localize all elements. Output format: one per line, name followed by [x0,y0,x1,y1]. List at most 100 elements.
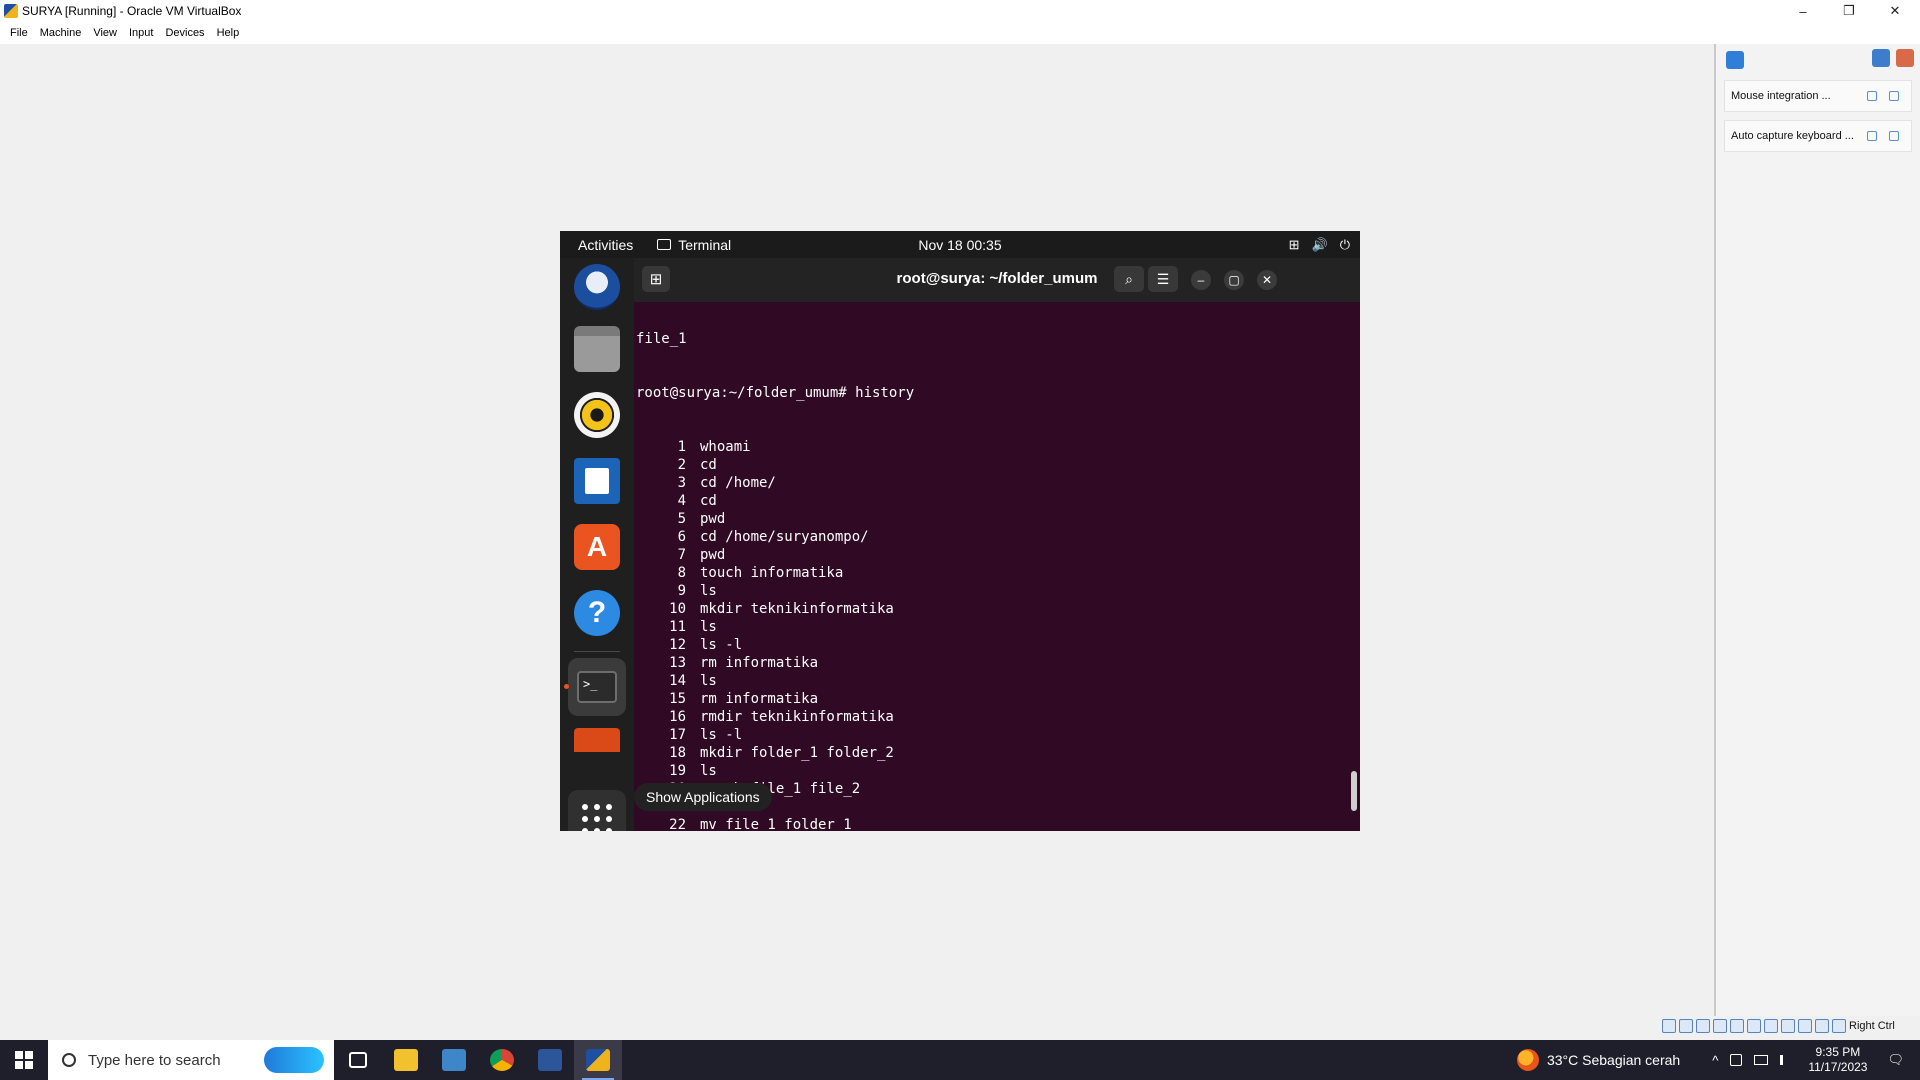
toggle-icon[interactable] [1867,131,1877,141]
menu-view[interactable]: View [87,27,123,39]
history-line: 9 ls [636,582,919,600]
history-line: 14 ls [636,672,919,690]
help-icon[interactable]: ? [574,590,620,636]
menu-devices[interactable]: Devices [159,27,210,39]
menu-input[interactable]: Input [123,27,159,39]
close-notification-icon[interactable] [1889,91,1899,101]
history-line: 17 ls -l [636,726,919,744]
taskbar-virtualbox[interactable] [430,1040,478,1080]
word-icon [538,1049,562,1071]
usb-icon[interactable] [1730,1019,1744,1033]
history-line: 13 rm informatika [636,654,919,672]
hard-disk-icon[interactable] [1662,1019,1676,1033]
search-button[interactable]: ⌕ [1114,266,1144,292]
pin-icon[interactable] [1872,48,1890,67]
keyboard-capture-icon[interactable] [1832,1019,1846,1033]
history-number: 17 [669,727,686,743]
network-adapter-icon[interactable] [1713,1019,1727,1033]
history-line: 12 ls -l [636,636,919,654]
history-line: 18 mkdir folder_1 folder_2 [636,744,919,762]
window-title: SURYA [Running] - Oracle VM VirtualBox [22,4,242,18]
show-applications-button[interactable] [568,790,626,831]
history-command: ls -l [700,727,743,743]
history-number: 19 [669,763,686,779]
app-menu-terminal[interactable]: Terminal [657,237,731,253]
system-tray[interactable]: ⊞ 🔊 ⏻ [1289,231,1350,258]
network-tray-icon[interactable] [1754,1055,1769,1065]
vm-screen[interactable]: Activities Terminal Nov 18 00:35 ⊞ 🔊 ⏻ A… [560,231,1360,831]
notifications-icon[interactable]: 🗨 [1887,1052,1904,1068]
close-button[interactable]: ✕ [1872,0,1918,22]
display-icon[interactable] [1764,1019,1778,1033]
ubuntu-software-icon[interactable]: A [574,524,620,570]
taskbar-time: 9:35 PM [1815,1045,1861,1059]
mouse-integration-icon[interactable] [1815,1019,1829,1033]
rhythmbox-icon[interactable] [574,392,620,438]
menubar: File Machine View Input Devices Help [0,22,1920,44]
history-number: 18 [669,745,686,761]
weather-icon[interactable] [1516,1049,1539,1071]
history-number: 15 [669,691,686,707]
notification-text: Mouse integration ... [1731,90,1831,102]
chevron-up-icon[interactable]: ^ [1712,1053,1718,1068]
toggle-icon[interactable] [1867,91,1877,101]
volume-muted-icon[interactable] [1780,1055,1792,1065]
dock-app-icon-partial[interactable] [574,728,620,752]
terminal-output[interactable]: file_1 root@surya:~/folder_umum# history… [634,302,1360,831]
clock-area[interactable]: 9:35 PM 11/17/2023 [1808,1045,1867,1075]
taskbar-file-explorer[interactable] [382,1040,430,1080]
audio-icon[interactable] [1696,1019,1710,1033]
menu-machine[interactable]: Machine [34,27,88,39]
taskbar-word[interactable] [526,1040,574,1080]
history-number: 14 [669,673,686,689]
task-view-button[interactable] [334,1040,382,1080]
close-notification-icon[interactable] [1889,131,1899,141]
optical-drive-icon[interactable] [1679,1019,1693,1033]
history-number: 22 [669,817,686,831]
file-explorer-icon [394,1049,418,1071]
history-line: 16 rmdir teknikinformatika [636,708,919,726]
terminal-scrollbar[interactable] [1351,771,1357,811]
terminal-window[interactable]: ⊞ root@surya: ~/folder_umum ⌕ ☰ – ▢ ✕ fi… [634,258,1360,831]
close-window-button[interactable]: ✕ [1257,270,1277,290]
dock-terminal-icon[interactable]: >_ [568,658,626,716]
recording-icon[interactable] [1781,1019,1795,1033]
taskbar-virtualbox-vm[interactable] [574,1040,622,1080]
libreoffice-writer-icon[interactable] [574,458,620,504]
taskbar-chrome[interactable] [478,1040,526,1080]
cpu-icon[interactable] [1798,1019,1812,1033]
shared-folders-icon[interactable] [1747,1019,1761,1033]
bing-highlight-icon[interactable] [264,1047,324,1073]
history-number: 6 [677,529,686,545]
running-indicator [564,684,569,689]
history-number: 4 [677,493,686,509]
activities-button[interactable]: Activities [578,237,633,253]
history-line: 5 pwd [636,510,919,528]
dismiss-all-icon[interactable] [1896,48,1914,67]
terminal-headerbar: ⊞ root@surya: ~/folder_umum ⌕ ☰ – ▢ ✕ [634,258,1360,302]
taskbar-search[interactable]: Type here to search [48,1040,334,1080]
history-number: 3 [677,475,686,491]
notification-text: Auto capture keyboard ... [1731,130,1854,142]
terminal-icon [657,239,672,250]
files-icon[interactable] [574,326,620,372]
minimize-button[interactable]: – [1780,0,1826,22]
notification-center-icon[interactable] [1726,51,1744,69]
minimize-window-button[interactable]: – [1191,270,1211,290]
history-command: mv file_1 folder_1 [700,817,852,831]
hamburger-menu-button[interactable]: ☰ [1148,266,1178,292]
notification-mouse-integration[interactable]: Mouse integration ... [1724,80,1912,112]
tray-app-icon[interactable] [1730,1054,1743,1066]
menu-file[interactable]: File [4,27,34,39]
restore-button[interactable]: ❐ [1826,0,1872,22]
notification-center-header [1716,44,1920,76]
terminal-prompt-glyph: >_ [577,671,617,703]
history-command: mkdir teknikinformatika [700,601,894,617]
weather-text[interactable]: 33°C Sebagian cerah [1547,1052,1680,1068]
new-tab-button[interactable]: ⊞ [642,266,670,292]
maximize-window-button[interactable]: ▢ [1224,270,1244,290]
start-button[interactable] [0,1040,48,1080]
thunderbird-icon[interactable] [574,264,620,310]
notification-auto-capture[interactable]: Auto capture keyboard ... [1724,120,1912,152]
menu-help[interactable]: Help [211,27,246,39]
